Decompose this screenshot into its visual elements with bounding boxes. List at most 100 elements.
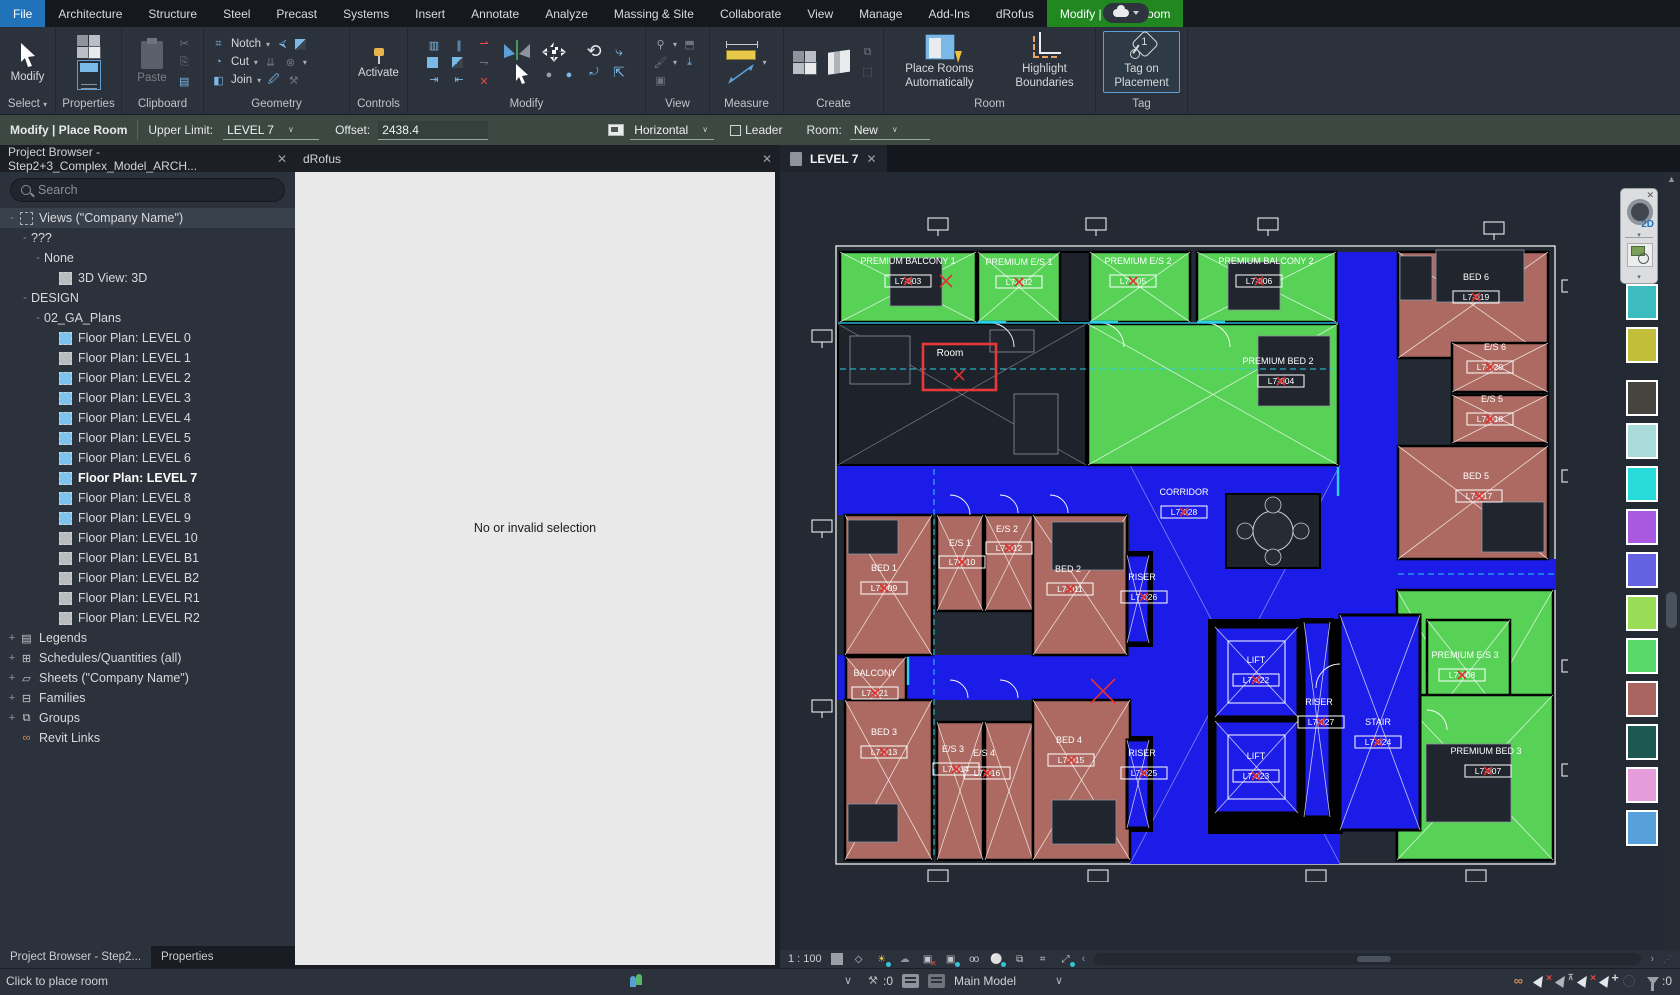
furniture[interactable] [1052,522,1124,570]
place-rooms-automatically-button[interactable]: Place Rooms Automatically [892,32,988,91]
hidden-box-icon[interactable]: ▣ [653,73,668,88]
zoom-tool-icon[interactable] [1627,243,1653,267]
expand-icon[interactable]: + [6,632,18,644]
demolish-icon[interactable]: ⚒ [286,73,301,88]
mirror-axis-icon[interactable] [502,40,532,84]
tab-systems[interactable]: Systems [330,0,402,27]
tab-drofus[interactable]: dRofus [983,0,1047,27]
tab-structure[interactable]: Structure [135,0,210,27]
floor-plan-level7[interactable]: PREMIUM BALCONY 1L7-003PREMIUM E/S 1L7-0… [808,212,1568,882]
section-marker[interactable] [1306,870,1326,882]
furniture[interactable] [1482,502,1544,552]
linework-icon[interactable]: ⤓ [682,55,697,70]
unplaced-room[interactable] [1060,252,1090,322]
vertical-scrollbar[interactable]: ▲ ▼ [1663,172,1680,968]
select-links-icon[interactable]: ∞ [1514,973,1523,988]
tree-item-legends[interactable]: +▤Legends [0,628,295,648]
worksharing-icon[interactable] [630,974,644,988]
color-swatch[interactable] [1626,552,1658,588]
tab-annotate[interactable]: Annotate [458,0,532,27]
filter-button[interactable]: :0 [1647,974,1672,988]
section-marker[interactable] [1258,218,1278,230]
chevron-down-icon[interactable]: ▾ [1637,231,1641,239]
notch-button[interactable]: ⌗Notch▾ ⮘ [211,37,306,52]
cube-view-icon[interactable]: ⬒ [682,37,697,52]
pin-off-icon[interactable]: ⇀ [477,36,492,51]
crop-view-icon[interactable]: ▣✕ [921,953,935,966]
search-input[interactable]: Search [10,178,285,202]
furniture[interactable] [850,336,910,384]
cut-to-clipboard-icon[interactable]: ✂ [177,36,192,51]
collapse-icon[interactable]: ‹ [1082,953,1086,965]
tag-on-placement-button[interactable]: 1 Tag on Placement [1103,31,1180,92]
tab-steel[interactable]: Steel [210,0,263,27]
close-icon[interactable]: ✕ [762,152,772,166]
paste-button[interactable]: Paste [133,39,170,86]
show-crop-region-icon[interactable]: ▣ [944,953,958,966]
section-marker[interactable] [1562,764,1568,776]
tree-item-views-company-name-[interactable]: -Views ("Company Name") [0,208,295,228]
tab-insert[interactable]: Insert [402,0,458,27]
copy-icon[interactable]: ● [542,68,557,83]
unjoin-icon[interactable]: ⊗ [283,55,298,70]
visual-style-icon[interactable]: ◇ [852,953,866,966]
expand-icon[interactable]: + [6,652,18,664]
orientation-dropdown[interactable]: Horizontal∨ [630,121,714,140]
color-swatch[interactable] [1626,509,1658,545]
rotate-icon[interactable]: ⟲ [587,44,602,59]
offset-input[interactable]: 2438.4 [378,121,488,140]
bottom-tab-properties[interactable]: Properties [151,946,223,968]
displaced-elements-icon[interactable]: ⤢ [1059,953,1073,966]
view-tab-level7[interactable]: LEVEL 7 ✕ [780,145,887,172]
navigation-bar[interactable]: ✕ 2D ▾ ▾ [1620,188,1658,284]
color-swatch[interactable] [1626,810,1658,846]
measure-between-icon[interactable] [728,64,754,84]
shadows-icon[interactable]: ☁ [898,953,912,966]
create-assembly-icon[interactable]: ⬚ [860,64,875,79]
close-icon[interactable]: ✕ [277,152,287,166]
tree-item-floor-plan-level-1[interactable]: Floor Plan: LEVEL 1 [0,348,295,368]
mirror-icon[interactable] [427,57,438,68]
horizontal-scrollbar[interactable] [1094,953,1641,965]
tab-collaborate[interactable]: Collaborate [707,0,794,27]
tree-item-families[interactable]: +⊟Families [0,688,295,708]
tree-item-floor-plan-level-8[interactable]: Floor Plan: LEVEL 8 [0,488,295,508]
chevron-down-icon[interactable]: ▾ [1637,273,1641,281]
collapse-icon[interactable]: - [19,232,31,244]
leader-checkbox[interactable]: Leader [730,123,782,137]
tree-item-floor-plan-level-r1[interactable]: Floor Plan: LEVEL R1 [0,588,295,608]
tab-precast[interactable]: Precast [263,0,330,27]
main-model-label[interactable]: Main Model [954,974,1016,988]
tree-item-schedules-quantities-all-[interactable]: +⊞Schedules/Quantities (all) [0,648,295,668]
modify-button[interactable]: Modify [7,40,49,85]
drawing-area[interactable]: LEVEL 7 ✕ PREMIUM BALCONY 1L7-003PREMIUM… [780,145,1680,968]
color-swatch[interactable] [1626,724,1658,760]
cope-icon[interactable] [295,39,306,50]
section-marker[interactable] [928,870,948,882]
floor-plan-viewport[interactable]: PREMIUM BALCONY 1L7-003PREMIUM E/S 1L7-0… [780,172,1680,968]
reveal-constraints-icon[interactable]: ⌗ [1036,953,1050,966]
furniture[interactable] [1258,336,1330,406]
scale-icon[interactable]: ⤾ [587,65,602,80]
tree-item-floor-plan-level-b2[interactable]: Floor Plan: LEVEL B2 [0,568,295,588]
tree-item-floor-plan-level-b1[interactable]: Floor Plan: LEVEL B1 [0,548,295,568]
color-swatch[interactable] [1626,380,1658,416]
move-elbow-icon[interactable]: ⤷ [612,44,627,59]
tree-item-floor-plan-level-7[interactable]: Floor Plan: LEVEL 7 [0,468,295,488]
color-swatch[interactable] [1626,423,1658,459]
collapse-icon[interactable]: - [6,212,18,224]
section-marker[interactable] [812,330,832,342]
editable-only-icon[interactable] [902,974,919,988]
resize-grip-icon[interactable]: ⋰ [1663,954,1672,965]
section-marker[interactable] [928,218,948,230]
trim-icon[interactable]: ⇥ [427,72,442,87]
measure-icon[interactable] [726,50,756,60]
tree-item-floor-plan-level-0[interactable]: Floor Plan: LEVEL 0 [0,328,295,348]
scrollbar-thumb[interactable] [1357,956,1391,962]
activate-button[interactable]: Activate [354,44,403,81]
close-icon[interactable]: ✕ [1646,190,1654,201]
tree-item-3d-view-3d[interactable]: 3D View: 3D [0,268,295,288]
color-swatch[interactable] [1626,327,1658,363]
expand-icon[interactable]: + [6,712,18,724]
toggle-bulb-icon[interactable]: ⚲ [653,37,668,52]
